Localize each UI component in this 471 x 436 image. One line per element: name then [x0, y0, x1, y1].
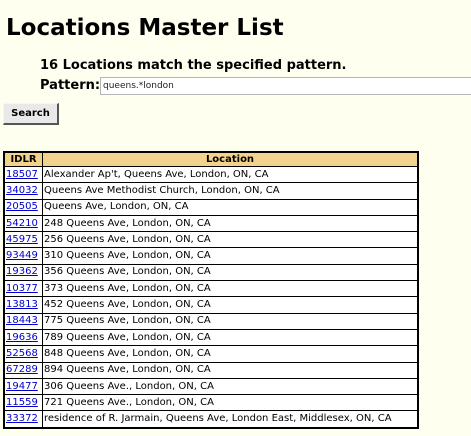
- column-header-idlr: IDLR: [3, 151, 43, 167]
- location-cell: 373 Queens Ave, London, ON, CA: [42, 280, 419, 298]
- idlr-link[interactable]: 18507: [6, 169, 38, 180]
- table-row: 34032 Queens Ave Methodist Church, London…: [3, 182, 419, 200]
- location-cell: 848 Queens Ave, London, ON, CA: [42, 345, 419, 363]
- idlr-cell: 93449: [3, 247, 43, 265]
- column-header-location: Location: [42, 151, 419, 167]
- table-row: 19362 356 Queens Ave, London, ON, CA: [3, 263, 419, 282]
- table-row: 45975 256 Queens Ave, London, ON, CA: [3, 231, 419, 249]
- table-row: 93449 310 Queens Ave, London, ON, CA: [3, 247, 419, 265]
- table-row: 18507 Alexander Ap't, Queens Ave, London,…: [3, 165, 419, 184]
- idlr-cell: 10377: [3, 280, 43, 298]
- idlr-link[interactable]: 54210: [6, 218, 38, 229]
- idlr-cell: 19362: [3, 263, 43, 282]
- table-row: 19477 306 Queens Ave., London, ON, CA: [3, 377, 419, 396]
- idlr-cell: 13813: [3, 296, 43, 314]
- idlr-cell: 45975: [3, 231, 43, 249]
- table-row: 11559 721 Queens Ave., London, ON, CA: [3, 394, 419, 412]
- idlr-cell: 33372: [3, 410, 43, 429]
- table-row: 20505 Queens Ave, London, ON, CA: [3, 198, 419, 216]
- idlr-link[interactable]: 11559: [6, 397, 38, 408]
- location-cell: 452 Queens Ave, London, ON, CA: [42, 296, 419, 314]
- location-cell: 775 Queens Ave, London, ON, CA: [42, 312, 419, 330]
- idlr-cell: 34032: [3, 182, 43, 200]
- table-row: 13813 452 Queens Ave, London, ON, CA: [3, 296, 419, 314]
- idlr-cell: 20505: [3, 198, 43, 216]
- idlr-cell: 11559: [3, 394, 43, 412]
- idlr-link[interactable]: 34032: [6, 185, 38, 196]
- table-row: 67289 894 Queens Ave, London, ON, CA: [3, 361, 419, 379]
- idlr-cell: 18443: [3, 312, 43, 330]
- idlr-cell: 67289: [3, 361, 43, 379]
- idlr-cell: 19477: [3, 377, 43, 396]
- location-cell: 721 Queens Ave., London, ON, CA: [42, 394, 419, 412]
- page-title: Locations Master List: [6, 15, 284, 41]
- table-row: 18443 775 Queens Ave, London, ON, CA: [3, 312, 419, 330]
- pattern-label: Pattern:: [40, 78, 101, 93]
- idlr-link[interactable]: 19362: [6, 266, 38, 277]
- idlr-cell: 52568: [3, 345, 43, 363]
- table-row: 19636 789 Queens Ave, London, ON, CA: [3, 328, 419, 347]
- idlr-cell: 19636: [3, 328, 43, 347]
- idlr-cell: 54210: [3, 214, 43, 233]
- idlr-link[interactable]: 45975: [6, 234, 38, 245]
- location-cell: 248 Queens Ave, London, ON, CA: [42, 214, 419, 233]
- idlr-link[interactable]: 10377: [6, 283, 38, 294]
- idlr-link[interactable]: 19477: [6, 381, 38, 392]
- location-cell: 894 Queens Ave, London, ON, CA: [42, 361, 419, 379]
- location-cell: Queens Ave Methodist Church, London, ON,…: [42, 182, 419, 200]
- location-cell: Alexander Ap't, Queens Ave, London, ON, …: [42, 165, 419, 184]
- idlr-link[interactable]: 18443: [6, 315, 38, 326]
- idlr-link[interactable]: 19636: [6, 332, 38, 343]
- pattern-input[interactable]: [100, 77, 471, 95]
- location-cell: residence of R. Jarmain, Queens Ave, Lon…: [42, 410, 419, 429]
- idlr-link[interactable]: 52568: [6, 348, 38, 359]
- location-cell: 306 Queens Ave., London, ON, CA: [42, 377, 419, 396]
- table-row: 10377 373 Queens Ave, London, ON, CA: [3, 280, 419, 298]
- table-row: 52568 848 Queens Ave, London, ON, CA: [3, 345, 419, 363]
- match-summary: 16 Locations match the specified pattern…: [40, 58, 347, 73]
- idlr-link[interactable]: 67289: [6, 364, 38, 375]
- search-button[interactable]: Search: [3, 103, 59, 125]
- table-row: 33372 residence of R. Jarmain, Queens Ave…: [3, 410, 419, 429]
- location-cell: 256 Queens Ave, London, ON, CA: [42, 231, 419, 249]
- location-cell: 789 Queens Ave, London, ON, CA: [42, 328, 419, 347]
- idlr-link[interactable]: 20505: [6, 201, 38, 212]
- idlr-link[interactable]: 93449: [6, 250, 38, 261]
- location-cell: 356 Queens Ave, London, ON, CA: [42, 263, 419, 282]
- table-body: 18507 Alexander Ap't, Queens Ave, London,…: [3, 165, 419, 429]
- location-cell: Queens Ave, London, ON, CA: [42, 198, 419, 216]
- locations-table: IDLR Location 18507 Alexander Ap't, Queen…: [3, 151, 419, 429]
- idlr-cell: 18507: [3, 165, 43, 184]
- table-header-row: IDLR Location: [3, 151, 419, 167]
- location-cell: 310 Queens Ave, London, ON, CA: [42, 247, 419, 265]
- table-row: 54210 248 Queens Ave, London, ON, CA: [3, 214, 419, 233]
- idlr-link[interactable]: 13813: [6, 299, 38, 310]
- idlr-link[interactable]: 33372: [6, 413, 38, 424]
